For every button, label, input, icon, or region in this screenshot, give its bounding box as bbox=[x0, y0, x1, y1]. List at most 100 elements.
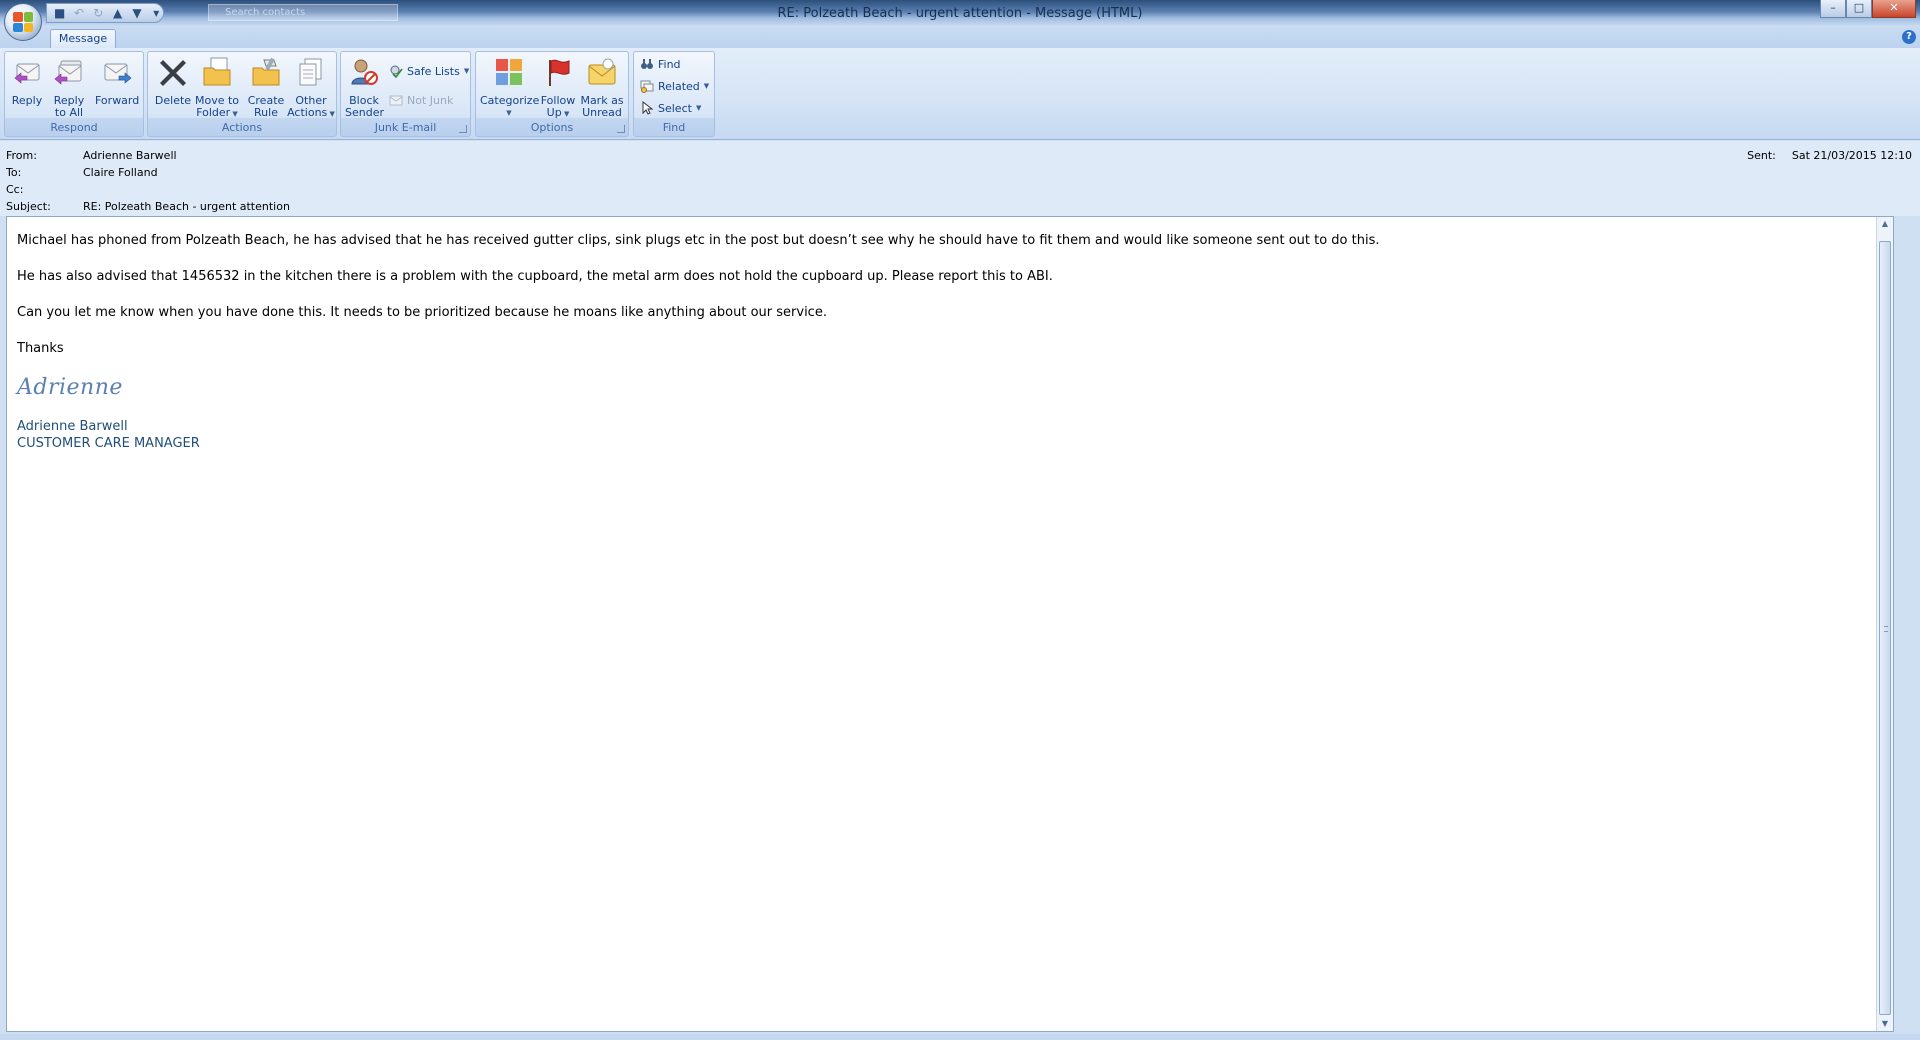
delete-label: Delete bbox=[154, 94, 192, 107]
subject-label: Subject: bbox=[6, 200, 51, 213]
follow-up-flag-icon bbox=[549, 59, 570, 86]
sent-row: Sent: Sat 21/03/2015 12:10 bbox=[1747, 149, 1912, 162]
actions-group-label: Actions bbox=[221, 121, 263, 134]
junk-options-launcher-icon[interactable] bbox=[459, 125, 467, 133]
mark-unread-envelope-icon bbox=[588, 58, 616, 85]
cc-row: Cc: bbox=[6, 183, 83, 196]
safe-lists-button[interactable]: Safe Lists ▼ bbox=[389, 62, 469, 80]
close-button[interactable]: ✕ bbox=[1872, 0, 1916, 18]
message-text: Michael has phoned from Polzeath Beach, … bbox=[17, 233, 1380, 452]
help-icon[interactable]: ? bbox=[1902, 30, 1916, 44]
sent-label: Sent: bbox=[1747, 149, 1776, 162]
reply-all-button[interactable]: Reply to All bbox=[51, 56, 87, 119]
dropdown-caret-icon: ▼ bbox=[463, 67, 470, 75]
reply-label: Reply bbox=[11, 94, 43, 107]
block-sender-button[interactable]: Block Sender bbox=[345, 56, 384, 119]
subject-value: RE: Polzeath Beach - urgent attention bbox=[83, 200, 290, 213]
scroll-down-icon[interactable]: ▼ bbox=[1877, 1017, 1893, 1031]
signature-title: CUSTOMER CARE MANAGER bbox=[17, 436, 200, 451]
forward-icon bbox=[104, 63, 132, 84]
not-junk-icon bbox=[389, 95, 403, 106]
subject-row: Subject: RE: Polzeath Beach - urgent atte… bbox=[6, 200, 290, 213]
related-button[interactable]: Related ▼ bbox=[640, 77, 709, 95]
vertical-scrollbar[interactable]: ▲ ▼ bbox=[1876, 217, 1893, 1031]
safe-lists-label: Safe Lists bbox=[407, 64, 460, 78]
create-rule-button[interactable]: Create Rule bbox=[244, 56, 288, 119]
options-group: Categorize ▼ Follow Up ▼ Mark as Unread … bbox=[475, 51, 629, 137]
scrollbar-thumb[interactable] bbox=[1879, 241, 1891, 1015]
from-row: From: Adrienne Barwell bbox=[6, 149, 177, 162]
junk-email-group: Block Sender Safe Lists ▼ Not Junk Junk … bbox=[340, 51, 471, 137]
contact-search-input[interactable]: Search contacts bbox=[208, 4, 398, 21]
create-rule-icon bbox=[252, 57, 280, 86]
mark-as-unread-button[interactable]: Mark as Unread bbox=[580, 56, 624, 119]
body-paragraph: Thanks bbox=[17, 341, 64, 356]
minimize-button[interactable]: – bbox=[1820, 0, 1846, 18]
junk-email-group-label: Junk E-mail bbox=[374, 121, 437, 134]
find-group-label: Find bbox=[662, 121, 686, 134]
previous-item-icon[interactable]: ▲ bbox=[111, 6, 124, 20]
find-label: Find bbox=[658, 57, 681, 71]
block-sender-label: Block Sender bbox=[345, 94, 384, 119]
other-actions-button[interactable]: Other Actions ▼ bbox=[287, 56, 335, 120]
signature-name: Adrienne Barwell bbox=[17, 419, 128, 434]
respond-group-label: Respond bbox=[50, 121, 98, 134]
options-group-label: Options bbox=[530, 121, 574, 134]
office-button[interactable] bbox=[4, 3, 42, 41]
categorize-label: Categorize bbox=[480, 94, 540, 107]
reply-all-icon bbox=[54, 60, 82, 85]
reply-button[interactable]: Reply bbox=[11, 56, 43, 107]
to-row: To: Claire Folland bbox=[6, 166, 158, 179]
tab-message[interactable]: Message bbox=[50, 29, 116, 48]
maximize-button[interactable]: □ bbox=[1846, 0, 1872, 18]
dropdown-caret-icon: ▼ bbox=[506, 109, 512, 117]
body-paragraph: Michael has phoned from Polzeath Beach, … bbox=[17, 233, 1380, 248]
next-item-icon[interactable]: ▼ bbox=[130, 6, 143, 20]
message-body[interactable]: Michael has phoned from Polzeath Beach, … bbox=[6, 216, 1894, 1032]
to-value[interactable]: Claire Folland bbox=[83, 166, 158, 179]
dropdown-caret-icon: ▼ bbox=[230, 110, 238, 118]
respond-group: Reply Reply to All Forward Respond bbox=[4, 51, 144, 137]
scroll-up-icon[interactable]: ▲ bbox=[1877, 217, 1893, 231]
options-launcher-icon[interactable] bbox=[617, 125, 625, 133]
related-label: Related bbox=[658, 79, 700, 93]
other-actions-icon bbox=[299, 58, 322, 86]
handwritten-signature: Adrienne bbox=[17, 375, 123, 400]
save-icon[interactable]: ■ bbox=[53, 6, 66, 20]
not-junk-label: Not Junk bbox=[407, 93, 454, 107]
from-value[interactable]: Adrienne Barwell bbox=[83, 149, 177, 162]
message-header: From: Adrienne Barwell To: Claire Folland … bbox=[0, 141, 1920, 216]
binoculars-icon bbox=[641, 59, 653, 69]
move-to-folder-label: Move to Folder ▼ bbox=[191, 95, 243, 120]
dropdown-caret-icon: ▼ bbox=[327, 110, 335, 118]
find-group: Find Related ▼ Select ▼ Find bbox=[633, 51, 715, 137]
customize-toolbar-icon[interactable]: ▾ bbox=[150, 6, 163, 20]
follow-up-button[interactable]: Follow Up ▼ bbox=[538, 56, 578, 120]
create-rule-label: Create Rule bbox=[247, 94, 285, 119]
delete-button[interactable]: Delete bbox=[154, 56, 192, 107]
window-controls: – □ ✕ bbox=[1820, 0, 1916, 18]
related-messages-icon bbox=[640, 80, 654, 93]
select-cursor-icon bbox=[642, 101, 654, 115]
actions-group: Delete Move to Folder ▼ Create Rule Othe… bbox=[147, 51, 337, 137]
select-label: Select bbox=[658, 101, 692, 115]
from-label: From: bbox=[6, 149, 37, 162]
undo-icon[interactable]: ↶ bbox=[72, 6, 85, 20]
ribbon-tabs: Message bbox=[0, 26, 1920, 48]
redo-icon[interactable]: ↻ bbox=[92, 6, 105, 20]
ribbon: Reply Reply to All Forward Respond Delet… bbox=[0, 48, 1920, 140]
cc-label: Cc: bbox=[6, 183, 24, 196]
categorize-button[interactable]: Categorize ▼ bbox=[480, 56, 540, 119]
follow-up-label: Follow Up ▼ bbox=[538, 95, 578, 120]
select-button[interactable]: Select ▼ bbox=[640, 99, 701, 117]
reply-icon bbox=[14, 63, 40, 84]
follow-up-text: Follow Up bbox=[540, 94, 576, 119]
forward-label: Forward bbox=[95, 94, 140, 107]
move-to-folder-button[interactable]: Move to Folder ▼ bbox=[194, 56, 240, 120]
find-button[interactable]: Find bbox=[640, 55, 681, 73]
move-to-folder-icon bbox=[203, 57, 231, 86]
forward-button[interactable]: Forward bbox=[95, 56, 139, 107]
dropdown-caret-icon: ▼ bbox=[695, 104, 702, 112]
not-junk-button[interactable]: Not Junk bbox=[389, 91, 453, 109]
safe-lists-icon bbox=[390, 65, 403, 78]
